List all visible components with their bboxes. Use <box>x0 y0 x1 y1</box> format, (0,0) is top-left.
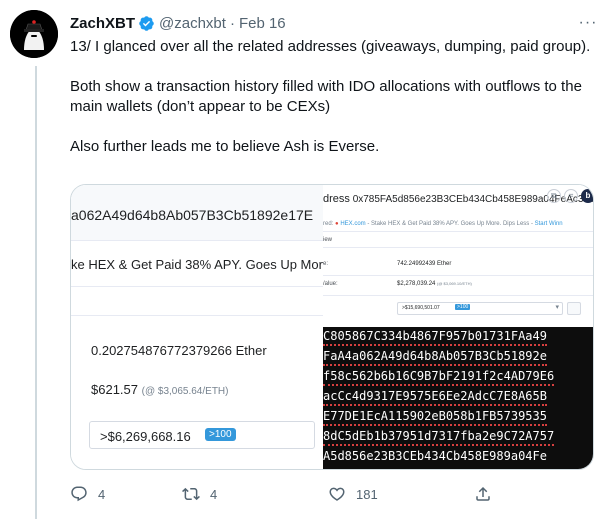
right-overview-label: iew <box>323 237 333 243</box>
right-divider-4 <box>323 295 593 296</box>
like-count: 181 <box>356 486 378 502</box>
right-value-usd: $2,278,039.24 <box>397 281 436 287</box>
thread-connector-line <box>35 66 37 519</box>
retweet-icon <box>182 487 200 501</box>
right-sponsor-line: red: ● HEX.com - Stake HEX & Get Paid 38… <box>323 221 563 227</box>
left-address-text: a062A49d64b8Ab057B3Cb51892e17E <box>71 207 314 223</box>
reply-button[interactable]: 4 <box>70 485 182 503</box>
hex-logo-icon: ● <box>335 221 339 227</box>
verified-badge-icon <box>139 15 154 31</box>
more-options-icon[interactable]: ··· <box>577 12 599 34</box>
right-sponsor-prefix: red: <box>323 221 334 227</box>
left-sponsor-text: ke HEX & Get Paid 38% APY. Goes Up More. <box>71 257 334 272</box>
right-header-icons: ⧉ ⌗ b <box>547 189 593 203</box>
right-title-prefix: dress <box>323 193 350 205</box>
dark-address-line: f58c562b6b16C9B7bF2191f2c4AD79E6 <box>323 367 555 386</box>
like-button[interactable]: 181 <box>328 485 474 503</box>
right-balance-label: e: <box>323 261 329 267</box>
blockchain-logo-icon: b <box>581 189 593 203</box>
right-sponsor-link: HEX.com <box>340 221 366 227</box>
retweet-button[interactable]: 4 <box>182 485 328 503</box>
right-balance-value: 742.24992439 Ether <box>397 261 452 267</box>
dark-address-line: FaA4a062A49d64b8Ab057B3Cb51892e <box>323 347 547 366</box>
right-divider-2 <box>323 247 593 248</box>
tweet-date[interactable]: Feb 16 <box>239 15 286 32</box>
chevron-down-icon: ▾ <box>555 304 559 311</box>
right-token-value: >$15,690,501.07 <box>402 305 440 311</box>
heart-icon <box>329 487 345 501</box>
reply-icon <box>71 486 87 502</box>
left-token-select: >$6,269,668.16 >100 <box>89 421 315 449</box>
share-button[interactable] <box>474 485 492 503</box>
dark-address-line: E77DE1EcA115902eB058b1FB5739535 <box>323 407 547 426</box>
retweet-count: 4 <box>210 486 218 502</box>
qr-code-icon: ⌗ <box>564 189 578 203</box>
dark-address-list: C805867C334b4867F957b01731FAa49 FaA4a062… <box>323 327 593 469</box>
dark-address-line: C805867C334b4867F957b01731FAa49 <box>323 327 547 346</box>
copy-icon: ⧉ <box>547 189 561 203</box>
right-token-badge: >100 <box>455 304 471 310</box>
author-handle[interactable]: @zachxbt <box>159 15 226 32</box>
tweet-text-paragraph-3: Also further leads me to believe Ash is … <box>70 138 380 155</box>
author-name[interactable]: ZachXBT <box>70 15 135 32</box>
right-sponsor-text: - Stake HEX & Get Paid 38% APY. Goes Up … <box>367 221 533 227</box>
avatar[interactable] <box>10 10 58 58</box>
dark-address-line: acCc4d9317E9575E6Ee2AdcC7E8A65B <box>323 387 547 406</box>
tweet-actions-bar: 4 4 181 <box>70 482 495 506</box>
right-value-rate: (@ $3,069.10/ETH) <box>437 281 472 286</box>
media-left-screenshot: a062A49d64b8Ab057B3Cb51892e17E ke HEX & … <box>71 185 334 469</box>
right-divider-1 <box>323 231 593 232</box>
dark-address-line: A5d856e23B3CEb434Cb458E989a04Fe <box>323 449 547 463</box>
share-icon <box>476 486 490 501</box>
right-token-select: >$15,690,501.07 >100 ▾ <box>397 302 563 315</box>
left-ether-balance: 0.202754876772379266 Ether <box>91 343 267 358</box>
left-usd-rate: (@ $3,065.64/ETH) <box>141 386 229 397</box>
right-token-menu-button <box>567 302 581 315</box>
left-token-badge: >100 <box>205 428 236 441</box>
reply-count: 4 <box>98 486 106 502</box>
avatar-detective-icon <box>10 10 58 58</box>
right-sponsor-cta: Start Winn <box>534 221 563 227</box>
right-divider-3 <box>323 275 593 276</box>
left-usd-value: $621.57 (@ $3,065.64/ETH) <box>91 382 228 397</box>
right-value-amount: $2,278,039.24 (@ $3,069.10/ETH) <box>397 281 472 287</box>
right-value-label: /alue: <box>323 281 338 287</box>
tweet-media-image[interactable]: a062A49d64b8Ab057B3Cb51892e17E ke HEX & … <box>70 184 594 470</box>
tweet-text: 13/ I glanced over all the related addre… <box>70 37 595 157</box>
tweet-header: ZachXBT @zachxbt · Feb 16 ··· <box>70 12 599 34</box>
left-token-value: >$6,269,668.16 <box>100 429 191 444</box>
tweet-text-paragraph-2: Both show a transaction history filled w… <box>70 78 582 115</box>
tweet-text-paragraph-1: 13/ I glanced over all the related addre… <box>70 38 591 55</box>
left-divider <box>71 315 323 316</box>
header-separator: · <box>229 14 235 32</box>
dark-address-line: 8dC5dEb1b37951d7317fba2e9C72A757 <box>323 427 555 446</box>
left-usd-amount: $621.57 <box>91 382 138 397</box>
media-right-screenshot: dress 0x785FA5d856e23B3CEb434Cb458E989a0… <box>323 185 593 469</box>
